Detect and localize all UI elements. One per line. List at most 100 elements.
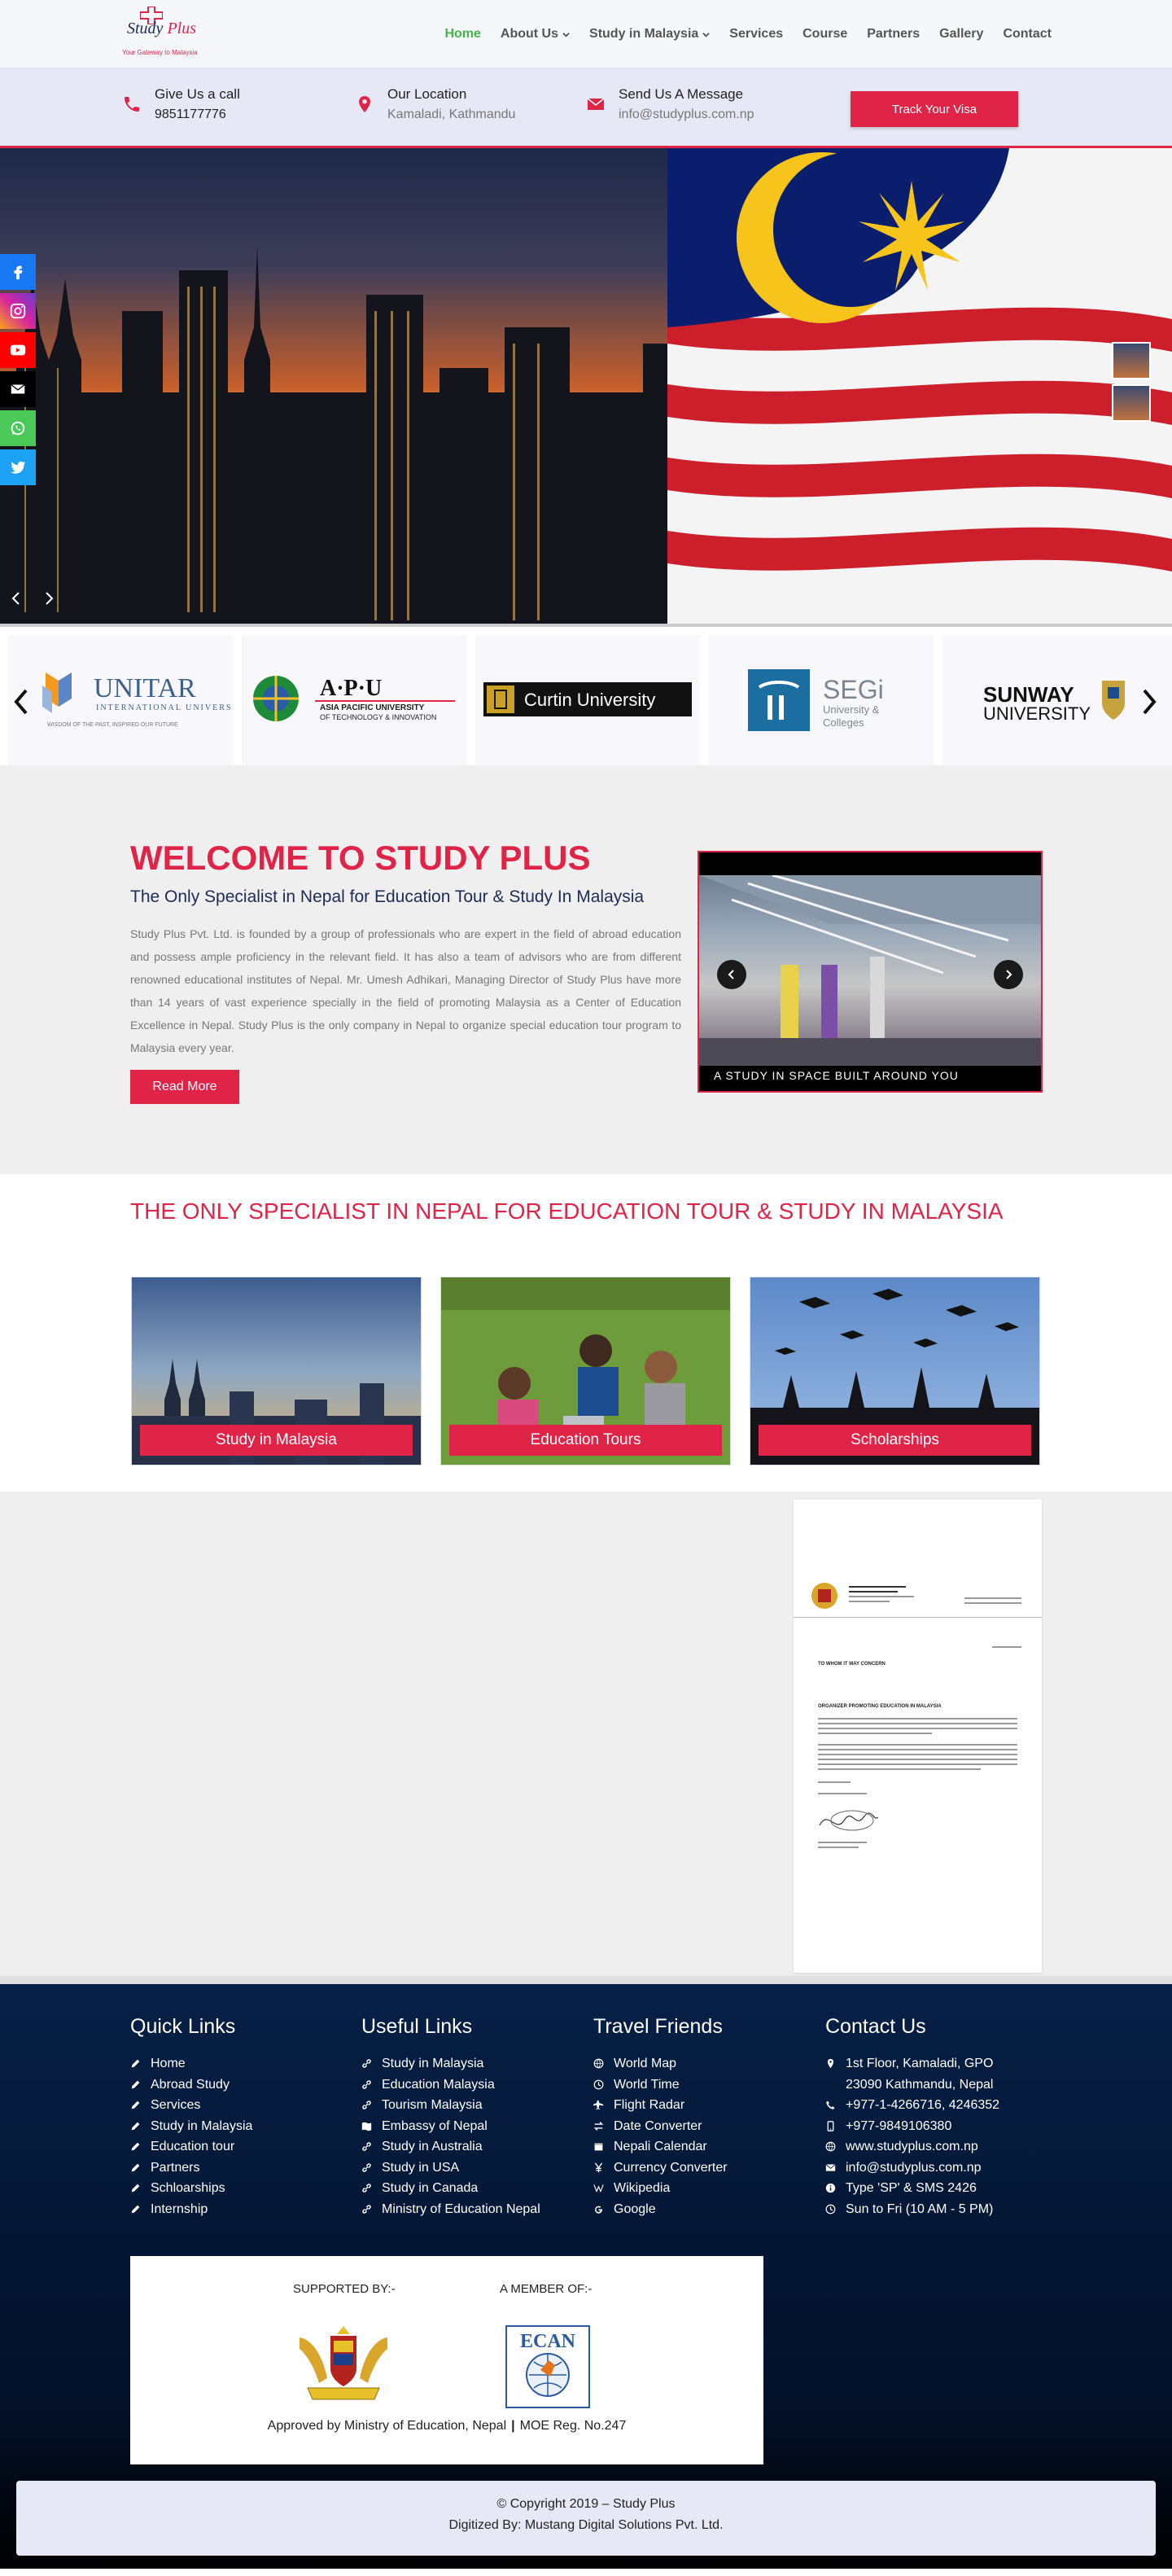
- campus-interior-image: A STUDY IN SPACE BUILT AROUND YOU: [699, 875, 1041, 1082]
- useful-link-study-in-canada[interactable]: Study in Canada: [361, 2178, 540, 2199]
- unitar-name: UNITAR: [94, 673, 196, 703]
- study-plus-logo[interactable]: Study Plus Your Gateway to Malaysia: [122, 7, 203, 60]
- contact-item-www-studyplus-com-np[interactable]: www.studyplus.com.np: [825, 2136, 1021, 2158]
- slide-thumbnail-2[interactable]: [1112, 384, 1151, 422]
- service-card-study-in-malaysia[interactable]: Study in Malaysia: [131, 1277, 422, 1465]
- logo-card-segi[interactable]: SEGi University & Colleges: [709, 635, 934, 765]
- footer-link-label: +977-1-4266716, 4246352: [846, 2098, 1000, 2112]
- ecan-text: ECAN: [520, 2331, 576, 2352]
- travel-link-nepali-calendar[interactable]: Nepali Calendar: [593, 2136, 728, 2158]
- logo-card-apu[interactable]: A·P·U ASIA PACIFIC UNIVERSITY OF TECHNOL…: [242, 635, 466, 765]
- travel-friends-column: Travel Friends World Map World Time Flight…: [593, 2015, 728, 2219]
- footer-link-label: Nepali Calendar: [614, 2140, 707, 2153]
- nav-about-us[interactable]: About Us: [501, 27, 570, 42]
- footer-link-label: Home: [151, 2057, 186, 2070]
- logos-next-arrow-icon[interactable]: [1139, 686, 1161, 718]
- travel-link-flight-radar[interactable]: Flight Radar: [593, 2095, 728, 2116]
- slide-thumbnail-1[interactable]: [1112, 342, 1151, 379]
- footer-link-label: Abroad Study: [151, 2077, 230, 2092]
- useful-link-tourism-malaysia[interactable]: Tourism Malaysia: [361, 2095, 540, 2116]
- contact-item-info-studyplus-com-np[interactable]: info@studyplus.com.np: [825, 2158, 1021, 2179]
- service-card-scholarships[interactable]: Scholarships: [750, 1277, 1040, 1465]
- malaysia-crest-icon: [811, 1583, 837, 1609]
- travel-link-currency-converter[interactable]: Currency Converter: [593, 2158, 728, 2179]
- education-tours-label[interactable]: Education Tours: [449, 1425, 722, 1456]
- nav-partners[interactable]: Partners: [867, 27, 920, 42]
- footer-link-label: Embassy of Nepal: [382, 2118, 488, 2133]
- nav-services[interactable]: Services: [729, 27, 783, 42]
- nav-gallery[interactable]: Gallery: [939, 27, 983, 42]
- embassy-letter-document[interactable]: TO WHOM IT MAY CONCERN ORGANIZER PROMOTI…: [794, 1500, 1042, 1973]
- contact-item-1st-floor-kamaladi-gpo-23090-kathmandu-nepal[interactable]: 1st Floor, Kamaladi, GPO 23090 Kathmandu…: [825, 2053, 1021, 2095]
- location-value: Kamaladi, Kathmandu: [387, 107, 516, 121]
- logo-card-unitar[interactable]: UNITAR INTERNATIONAL UNIVERSITY WISDOM O…: [8, 635, 233, 765]
- copyright-text: © Copyright 2019 – Study Plus: [496, 2497, 676, 2511]
- slide-caption: A STUDY IN SPACE BUILT AROUND YOU: [714, 1069, 959, 1082]
- study-in-malaysia-label[interactable]: Study in Malaysia: [140, 1425, 413, 1456]
- useful-link-ministry-of-education-nepal[interactable]: Ministry of Education Nepal: [361, 2199, 540, 2220]
- useful-link-study-in-usa[interactable]: Study in USA: [361, 2158, 540, 2179]
- digitized-by-text[interactable]: Digitized By: Mustang Digital Solutions …: [16, 2518, 1156, 2533]
- contact-item-977-9849106380[interactable]: +977-9849106380: [825, 2116, 1021, 2137]
- pencil-icon: [131, 2142, 140, 2151]
- approval-separator: |: [511, 2419, 515, 2433]
- read-more-button[interactable]: Read More: [130, 1070, 239, 1104]
- whatsapp-button[interactable]: [0, 410, 36, 446]
- quick-link-study-in-malaysia[interactable]: Study in Malaysia: [130, 2116, 252, 2137]
- quick-link-internship[interactable]: Internship: [130, 2199, 252, 2220]
- campus-next-button[interactable]: [994, 960, 1023, 989]
- service-card-education-tours[interactable]: Education Tours: [440, 1277, 731, 1465]
- message-title: Send Us A Message: [619, 86, 744, 102]
- contact-item-sun-to-fri-10-am-5-pm[interactable]: Sun to Fri (10 AM - 5 PM): [825, 2199, 1021, 2220]
- footer-link-label: Tourism Malaysia: [382, 2098, 483, 2112]
- useful-link-embassy-of-nepal[interactable]: Embassy of Nepal: [361, 2116, 540, 2137]
- footer-link-label: Study in USA: [382, 2160, 460, 2175]
- travel-friends-list: World Map World Time Flight Radar Date Conv…: [593, 2053, 728, 2219]
- useful-link-study-in-australia[interactable]: Study in Australia: [361, 2136, 540, 2158]
- hero-slider: [0, 148, 1172, 624]
- email-button[interactable]: [0, 371, 36, 407]
- call-number[interactable]: 9851177776: [155, 107, 226, 122]
- chevron-down-icon: [562, 32, 570, 37]
- quick-links-column: Quick Links Home Abroad Study Services Stud…: [130, 2015, 252, 2219]
- travel-link-world-time[interactable]: World Time: [593, 2074, 728, 2096]
- quick-link-education-tour[interactable]: Education tour: [130, 2136, 252, 2158]
- nav-course[interactable]: Course: [802, 27, 847, 42]
- hero-prev-arrow-icon[interactable]: [8, 590, 24, 607]
- services-heading: THE ONLY SPECIALIST IN NEPAL FOR EDUCATI…: [130, 1198, 1004, 1224]
- segi-name: SEGi: [823, 675, 884, 704]
- call-title: Give Us a call: [155, 86, 240, 102]
- message-email[interactable]: info@studyplus.com.np: [619, 107, 754, 122]
- quick-link-home[interactable]: Home: [130, 2053, 252, 2074]
- campus-prev-button[interactable]: [717, 960, 746, 989]
- clock-icon: [593, 2079, 604, 2089]
- quick-link-schloarships[interactable]: Schloarships: [130, 2178, 252, 2199]
- youtube-button[interactable]: [0, 332, 36, 368]
- quick-link-services[interactable]: Services: [130, 2095, 252, 2116]
- facebook-button[interactable]: [0, 254, 36, 290]
- info-icon: [825, 2183, 836, 2193]
- instagram-button[interactable]: [0, 293, 36, 329]
- twitter-button[interactable]: [0, 449, 36, 485]
- logo-card-sunway[interactable]: SUNWAY UNIVERSITY: [942, 635, 1172, 765]
- scholarships-label[interactable]: Scholarships: [759, 1425, 1031, 1456]
- travel-link-date-converter[interactable]: Date Converter: [593, 2116, 728, 2137]
- nav-contact[interactable]: Contact: [1003, 27, 1052, 42]
- quick-link-partners[interactable]: Partners: [130, 2158, 252, 2179]
- useful-link-education-malaysia[interactable]: Education Malaysia: [361, 2074, 540, 2096]
- hero-next-arrow-icon[interactable]: [41, 590, 57, 607]
- contact-item-977-1-4266716-4246352[interactable]: +977-1-4266716, 4246352: [825, 2095, 1021, 2116]
- travel-link-world-map[interactable]: World Map: [593, 2053, 728, 2074]
- logo-card-curtin[interactable]: Curtin University: [475, 635, 700, 765]
- logos-prev-arrow-icon[interactable]: [10, 686, 31, 718]
- contact-item-type-sp-sms-2426[interactable]: Type 'SP' & SMS 2426: [825, 2178, 1021, 2199]
- nav-study-in-malaysia[interactable]: Study in Malaysia: [589, 27, 711, 42]
- globe-icon: [825, 2141, 836, 2152]
- travel-link-wikipedia[interactable]: Wikipedia: [593, 2178, 728, 2199]
- nav-label: Services: [729, 27, 784, 41]
- quick-link-abroad-study[interactable]: Abroad Study: [130, 2074, 252, 2096]
- nav-home[interactable]: Home: [444, 27, 480, 42]
- useful-link-study-in-malaysia[interactable]: Study in Malaysia: [361, 2053, 540, 2074]
- travel-link-google[interactable]: Google: [593, 2199, 728, 2220]
- track-your-visa-button[interactable]: Track Your Visa: [851, 91, 1018, 127]
